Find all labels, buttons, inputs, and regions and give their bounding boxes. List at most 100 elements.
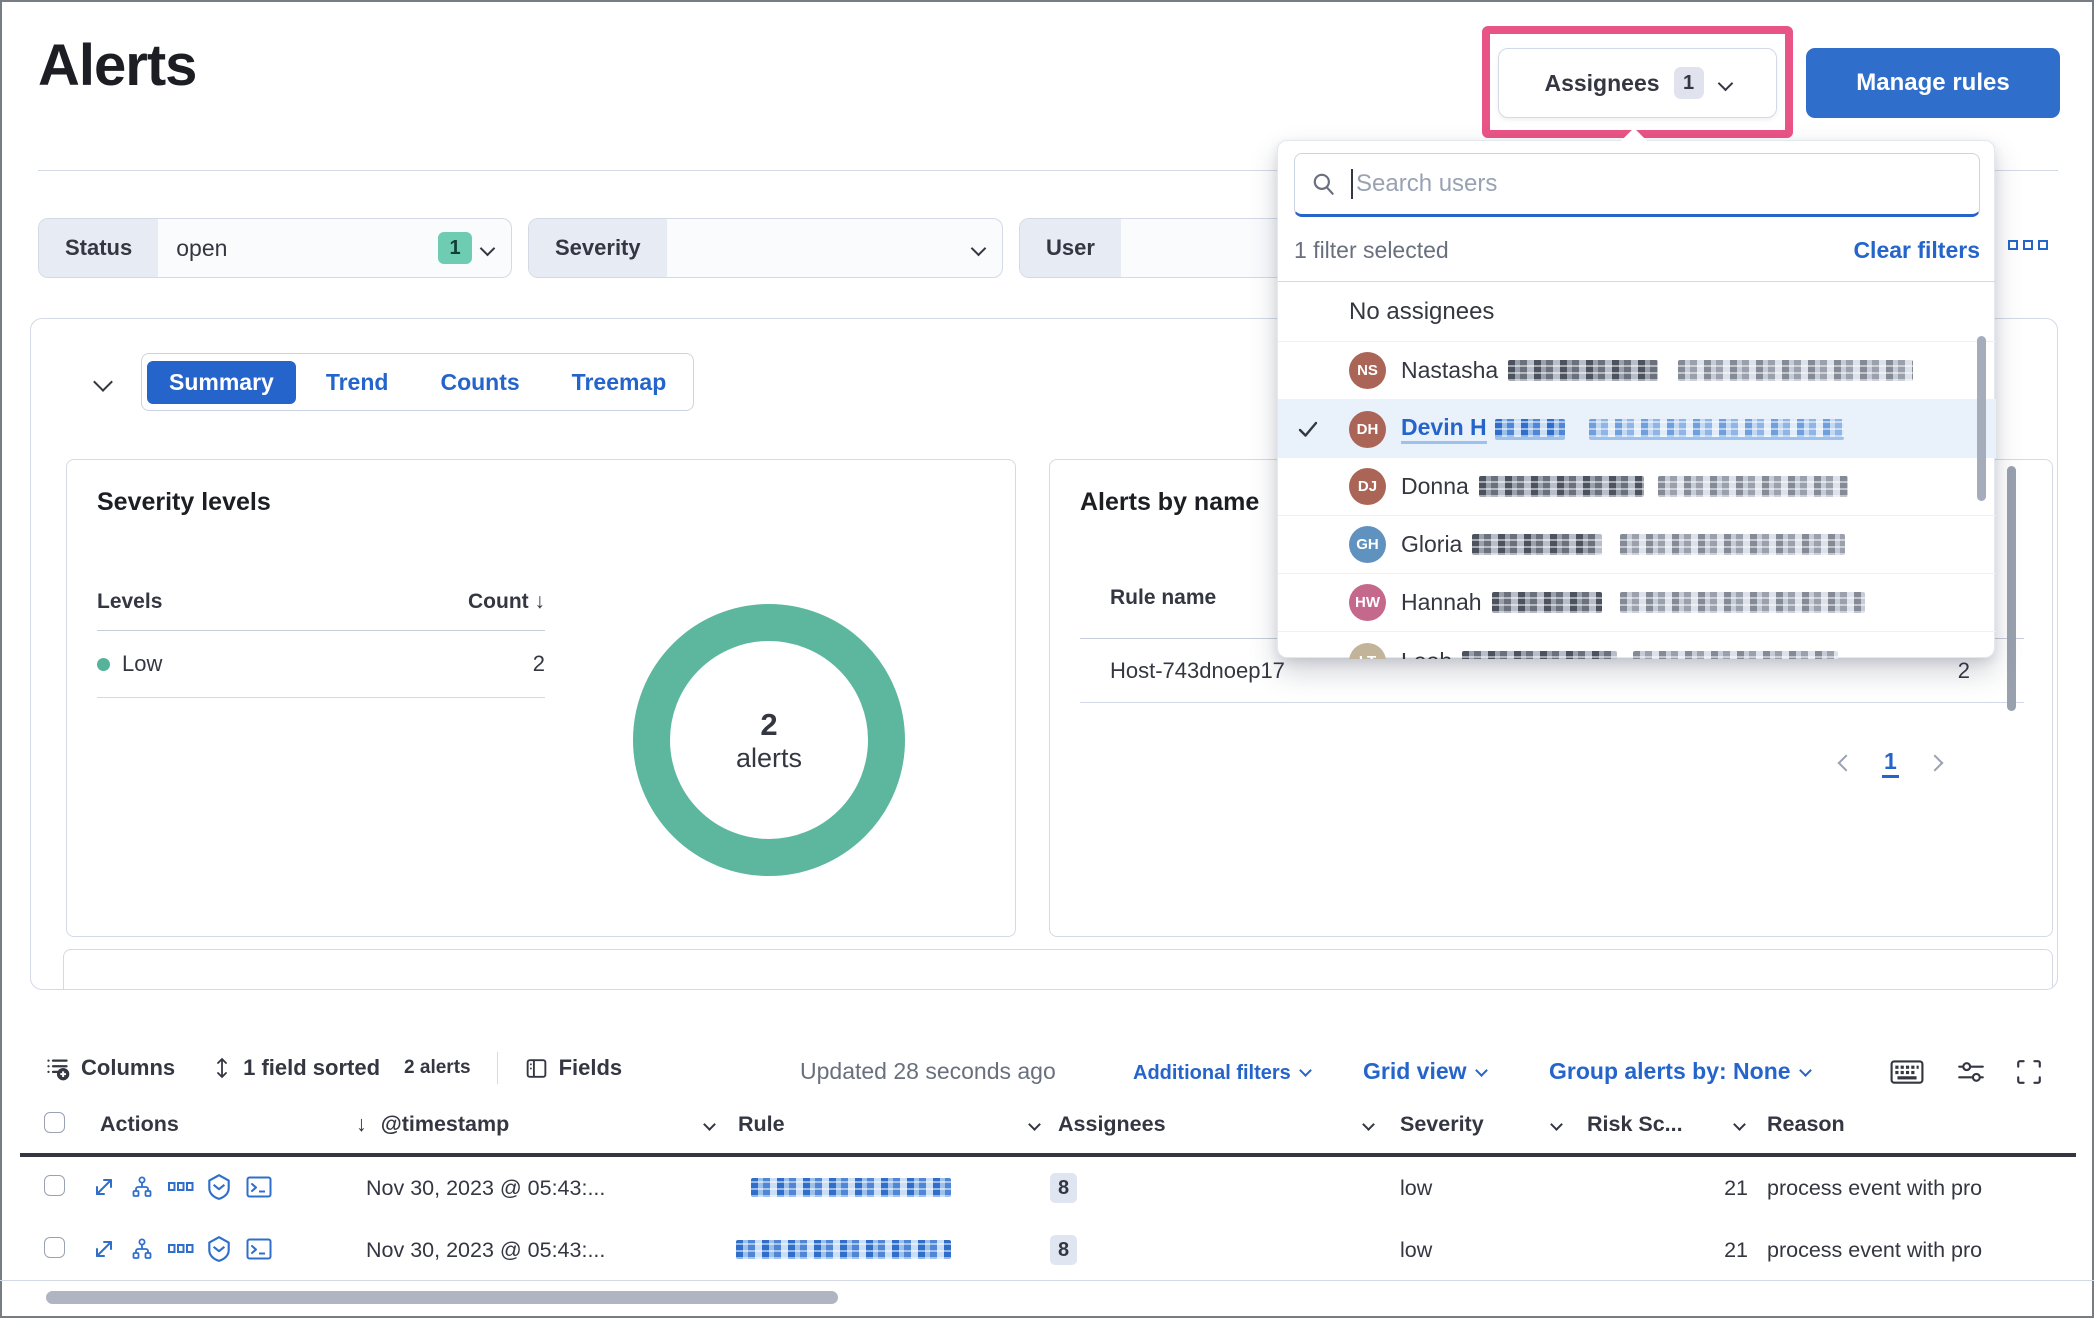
grid-view-button[interactable]: Grid view [1363, 1058, 1486, 1085]
updated-status-text: Updated 28 seconds ago [800, 1058, 1056, 1085]
column-menu-chevron-icon[interactable] [703, 1118, 716, 1131]
column-header-rule[interactable]: Rule [738, 1112, 785, 1137]
tab-treemap[interactable]: Treemap [550, 361, 689, 404]
avatar: HW [1349, 584, 1386, 621]
alerts-by-name-title: Alerts by name [1080, 488, 1259, 517]
text-cursor [1351, 169, 1353, 199]
severity-cell: low [1400, 1176, 1432, 1201]
search-icon [1311, 171, 1337, 197]
row-checkbox[interactable] [44, 1237, 65, 1258]
column-header-timestamp[interactable]: ↓ @timestamp [356, 1112, 509, 1137]
column-header-severity[interactable]: Severity [1400, 1112, 1484, 1137]
rule-count-cell: 2 [1910, 658, 1970, 684]
redacted-email [1658, 476, 1848, 497]
more-actions-icon[interactable] [168, 1181, 194, 1193]
row-checkbox[interactable] [44, 1175, 65, 1196]
assignees-filter-button[interactable]: Assignees 1 [1498, 48, 1777, 118]
group-alerts-by-button[interactable]: Group alerts by: None [1549, 1058, 1810, 1085]
manage-rules-button[interactable]: Manage rules [1806, 48, 2060, 118]
list-item-user[interactable]: DJ Donna [1278, 458, 1996, 516]
tab-trend[interactable]: Trend [304, 361, 411, 404]
fullscreen-icon[interactable] [2014, 1058, 2044, 1086]
redacted-rule-link[interactable] [736, 1240, 951, 1259]
additional-filters-button[interactable]: Additional filters [1133, 1062, 1310, 1085]
avatar: LT [1349, 643, 1386, 660]
redacted-email [1589, 419, 1844, 440]
donut-center-value: 2 [760, 706, 777, 743]
redacted-email [1620, 534, 1845, 555]
list-item-no-assignees[interactable]: No assignees [1278, 282, 1996, 342]
collapse-chevron-icon[interactable] [93, 372, 113, 392]
summary-view-tabs: Summary Trend Counts Treemap [141, 353, 694, 411]
rule-name-cell[interactable]: Host-743dnoep17 [1110, 658, 1285, 684]
chevron-down-icon [1299, 1064, 1312, 1077]
column-menu-chevron-icon[interactable] [1733, 1118, 1746, 1131]
count-column-header[interactable]: Count ↓ [468, 590, 545, 614]
columns-button[interactable]: Columns [44, 1055, 175, 1082]
clear-filters-link[interactable]: Clear filters [1853, 237, 1980, 264]
status-filter[interactable]: Status open 1 [38, 218, 512, 278]
more-filters-icon[interactable] [2008, 240, 2048, 250]
page-number[interactable]: 1 [1882, 748, 1899, 778]
list-item-user[interactable]: GH Gloria [1278, 516, 1996, 574]
session-view-icon[interactable] [246, 1175, 272, 1199]
expand-alert-icon[interactable] [92, 1175, 116, 1199]
sorted-fields-button[interactable]: 1 field sorted [211, 1055, 380, 1081]
analyzer-graph-icon[interactable] [130, 1175, 154, 1199]
popover-scrollbar[interactable] [1977, 336, 1986, 501]
column-menu-chevron-icon[interactable] [1550, 1118, 1563, 1131]
page-title: Alerts [38, 32, 196, 99]
severity-filter-label: Severity [529, 219, 667, 277]
timestamp-cell: Nov 30, 2023 @ 05:43:... [366, 1238, 605, 1263]
list-item-user-selected[interactable]: DH Devin H [1278, 400, 1996, 458]
more-actions-icon[interactable] [168, 1243, 194, 1255]
list-item-user[interactable]: LT Leah [1278, 632, 1996, 659]
tab-summary[interactable]: Summary [147, 361, 296, 404]
shield-icon[interactable] [206, 1173, 232, 1201]
redacted-name [1462, 651, 1617, 660]
section-scrollbar[interactable] [2007, 466, 2016, 711]
toolbar-divider [497, 1052, 498, 1084]
rule-name-column-header[interactable]: Rule name [1110, 586, 1216, 610]
column-header-actions: Actions [100, 1112, 179, 1137]
tab-counts[interactable]: Counts [418, 361, 541, 404]
redacted-rule-link[interactable] [751, 1178, 951, 1197]
avatar: DJ [1349, 468, 1386, 505]
assignee-count-badge[interactable]: 8 [1050, 1235, 1077, 1265]
analyzer-graph-icon[interactable] [130, 1237, 154, 1261]
chevron-down-icon [1717, 75, 1733, 91]
redacted-email [1678, 360, 1913, 381]
list-item-user[interactable]: HW Hannah [1278, 574, 1996, 632]
severity-table: Levels Count ↓ Low 2 [97, 590, 545, 698]
column-header-reason[interactable]: Reason [1767, 1112, 1845, 1137]
horizontal-scrollbar[interactable] [46, 1291, 838, 1304]
list-item-user[interactable]: NS Nastasha [1278, 342, 1996, 400]
shield-icon[interactable] [206, 1235, 232, 1263]
group-alerts-by-label: Group alerts by: None [1549, 1058, 1791, 1084]
column-menu-chevron-icon[interactable] [1362, 1118, 1375, 1131]
keyboard-shortcuts-icon[interactable] [1890, 1058, 1924, 1086]
prev-page-icon[interactable] [1838, 755, 1855, 772]
expand-alert-icon[interactable] [92, 1237, 116, 1261]
column-menu-chevron-icon[interactable] [1028, 1118, 1041, 1131]
alert-count-label: 2 alerts [404, 1057, 471, 1079]
severity-cell: low [1400, 1238, 1432, 1263]
session-view-icon[interactable] [246, 1237, 272, 1261]
next-page-icon[interactable] [1926, 755, 1943, 772]
additional-filters-label: Additional filters [1133, 1062, 1291, 1084]
sorted-label: 1 field sorted [243, 1055, 380, 1081]
column-header-risk-score[interactable]: Risk Sc... [1587, 1112, 1683, 1137]
severity-panel-title: Severity levels [97, 488, 271, 517]
user-filter-label: User [1020, 219, 1121, 277]
select-all-checkbox[interactable] [44, 1112, 65, 1133]
severity-filter[interactable]: Severity [528, 218, 1003, 278]
search-users-input[interactable]: Search users [1294, 153, 1980, 217]
risk-score-cell: 21 [1640, 1176, 1748, 1201]
chevron-down-icon [1799, 1064, 1812, 1077]
table-row: Nov 30, 2023 @ 05:43:... 8 low 21 proces… [0, 1157, 2094, 1219]
fields-button[interactable]: Fields [524, 1055, 623, 1081]
display-settings-icon[interactable] [1956, 1058, 1986, 1086]
assignee-count-badge[interactable]: 8 [1050, 1173, 1077, 1203]
column-header-assignees[interactable]: Assignees [1058, 1112, 1166, 1137]
reason-cell: process event with pro [1767, 1176, 2094, 1201]
